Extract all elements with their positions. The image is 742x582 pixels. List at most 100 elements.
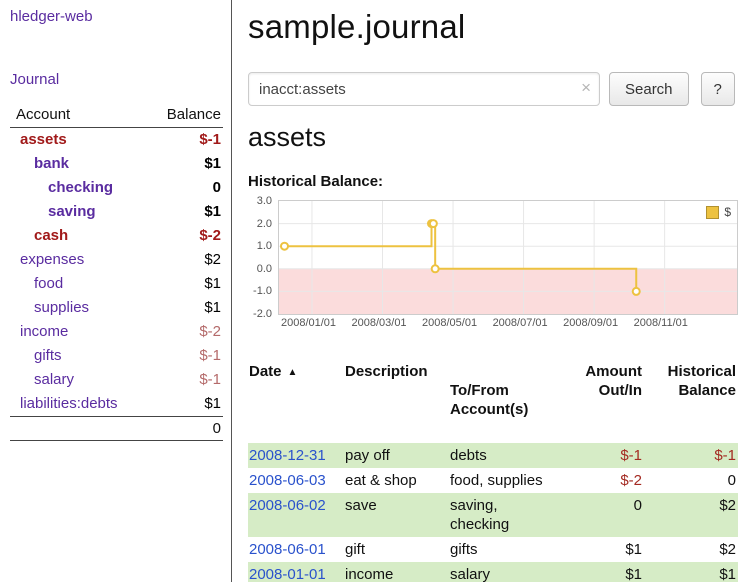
account-link-income[interactable]: income <box>12 323 68 341</box>
transaction-date-link[interactable]: 2008-12-31 <box>249 447 326 464</box>
chart-legend: $ <box>706 205 731 219</box>
app-title-link[interactable]: hledger-web <box>10 8 223 25</box>
account-balance: $-2 <box>199 323 221 341</box>
account-balance: $-1 <box>199 131 221 149</box>
register-table: Date▲ Description To/FromAccount(s) Amou… <box>248 362 738 582</box>
chart-y-axis: 3.02.01.00.0-1.0-2.0 <box>248 200 278 315</box>
account-balance: 0 <box>213 179 221 197</box>
account-balance: $-2 <box>199 227 221 245</box>
transaction-amount: $-1 <box>568 446 642 465</box>
account-link-liabilities-debts[interactable]: liabilities:debts <box>12 395 118 413</box>
chart-x-axis: 2008/01/012008/03/012008/05/012008/07/01… <box>278 315 738 332</box>
account-balance: $1 <box>204 395 221 413</box>
account-link-saving[interactable]: saving <box>12 203 96 221</box>
y-tick-label: 1.0 <box>257 240 272 252</box>
column-header-balance: HistoricalBalance <box>642 362 738 438</box>
transaction-amount: $1 <box>568 540 642 559</box>
account-row: income $-2 <box>10 320 223 344</box>
x-tick-label: 2008/03/01 <box>352 317 407 329</box>
sort-ascending-icon: ▲ <box>288 367 298 378</box>
legend-label: $ <box>724 205 731 219</box>
account-row: checking 0 <box>10 176 223 200</box>
data-point-marker <box>432 265 439 272</box>
account-link-assets[interactable]: assets <box>12 131 67 149</box>
account-link-food[interactable]: food <box>12 275 63 293</box>
help-button[interactable]: ? <box>701 72 735 106</box>
account-link-checking[interactable]: checking <box>12 179 113 197</box>
search-button[interactable]: Search <box>609 72 689 106</box>
transaction-balance: $-1 <box>642 446 738 465</box>
column-header-amount: AmountOut/In <box>568 362 642 438</box>
register-row: 2008-06-03 eat & shop food, supplies $-2… <box>248 468 738 493</box>
transaction-date-link[interactable]: 2008-01-01 <box>249 566 326 582</box>
transaction-balance: 0 <box>642 471 738 490</box>
chart-title: Historical Balance: <box>248 173 738 190</box>
transaction-balance: $1 <box>642 565 738 582</box>
page-title: sample.journal <box>248 8 738 46</box>
transaction-account: debts <box>450 446 568 465</box>
register-header-row: Date▲ Description To/FromAccount(s) Amou… <box>248 362 738 438</box>
account-link-supplies[interactable]: supplies <box>12 299 89 317</box>
transaction-description: save <box>345 496 450 534</box>
historical-balance-chart: 3.02.01.00.0-1.0-2.0 $ 2008/01/012008/03… <box>248 200 738 332</box>
x-tick-label: 2008/07/01 <box>493 317 548 329</box>
y-tick-label: -2.0 <box>253 308 272 320</box>
y-tick-label: 2.0 <box>257 218 272 230</box>
search-input[interactable] <box>248 72 600 106</box>
accounts-total-row: 0 <box>10 416 223 441</box>
account-row: food $1 <box>10 272 223 296</box>
account-link-expenses[interactable]: expenses <box>12 251 84 269</box>
account-link-salary[interactable]: salary <box>12 371 74 389</box>
chart-plot-area: $ <box>278 200 738 315</box>
transaction-description: pay off <box>345 446 450 465</box>
transaction-description: income <box>345 565 450 582</box>
nav-journal-link[interactable]: Journal <box>10 71 223 88</box>
account-balance: $1 <box>204 299 221 317</box>
balance-step-chart <box>279 201 737 314</box>
transaction-amount: $1 <box>568 565 642 582</box>
balance-column-header: Balance <box>167 106 221 123</box>
register-row: 2008-01-01 income salary $1 $1 <box>248 562 738 582</box>
transaction-description: eat & shop <box>345 471 450 490</box>
transaction-amount: $-2 <box>568 471 642 490</box>
account-link-gifts[interactable]: gifts <box>12 347 62 365</box>
account-link-bank[interactable]: bank <box>12 155 69 173</box>
x-tick-label: 2008/05/01 <box>422 317 477 329</box>
data-point-marker <box>281 243 288 250</box>
account-row: cash $-2 <box>10 224 223 248</box>
transaction-description: gift <box>345 540 450 559</box>
clear-search-icon[interactable]: × <box>581 78 591 98</box>
account-balance: $1 <box>204 275 221 293</box>
register-row: 2008-12-31 pay off debts $-1 $-1 <box>248 443 738 468</box>
account-row: bank $1 <box>10 152 223 176</box>
x-tick-label: 2008/11/01 <box>634 317 688 329</box>
account-balance: $2 <box>204 251 221 269</box>
column-header-account: To/FromAccount(s) <box>450 362 568 438</box>
transaction-account: salary <box>450 565 568 582</box>
page: hledger-web Journal Account Balance asse… <box>0 0 742 582</box>
account-row: supplies $1 <box>10 296 223 320</box>
account-link-cash[interactable]: cash <box>12 227 68 245</box>
transaction-date-link[interactable]: 2008-06-02 <box>249 497 326 514</box>
account-row: assets $-1 <box>10 128 223 152</box>
account-row: salary $-1 <box>10 368 223 392</box>
account-row: gifts $-1 <box>10 344 223 368</box>
transaction-date-link[interactable]: 2008-06-01 <box>249 541 326 558</box>
legend-swatch <box>706 206 719 219</box>
data-point-marker <box>430 220 437 227</box>
account-row: expenses $2 <box>10 248 223 272</box>
x-tick-label: 2008/09/01 <box>563 317 618 329</box>
search-form: × Search ? <box>248 72 738 106</box>
account-column-header: Account <box>16 106 70 123</box>
column-header-description: Description <box>345 362 450 438</box>
register-row: 2008-06-02 save saving, checking 0 $2 <box>248 493 738 537</box>
account-row: saving $1 <box>10 200 223 224</box>
transaction-date-link[interactable]: 2008-06-03 <box>249 472 326 489</box>
account-row: liabilities:debts $1 <box>10 392 223 416</box>
column-header-date[interactable]: Date▲ <box>248 362 345 438</box>
main-content: sample.journal × Search ? assets Histori… <box>232 0 742 582</box>
transaction-account: gifts <box>450 540 568 559</box>
account-heading: assets <box>248 122 738 153</box>
sidebar: hledger-web Journal Account Balance asse… <box>0 0 232 582</box>
y-tick-label: 3.0 <box>257 195 272 207</box>
